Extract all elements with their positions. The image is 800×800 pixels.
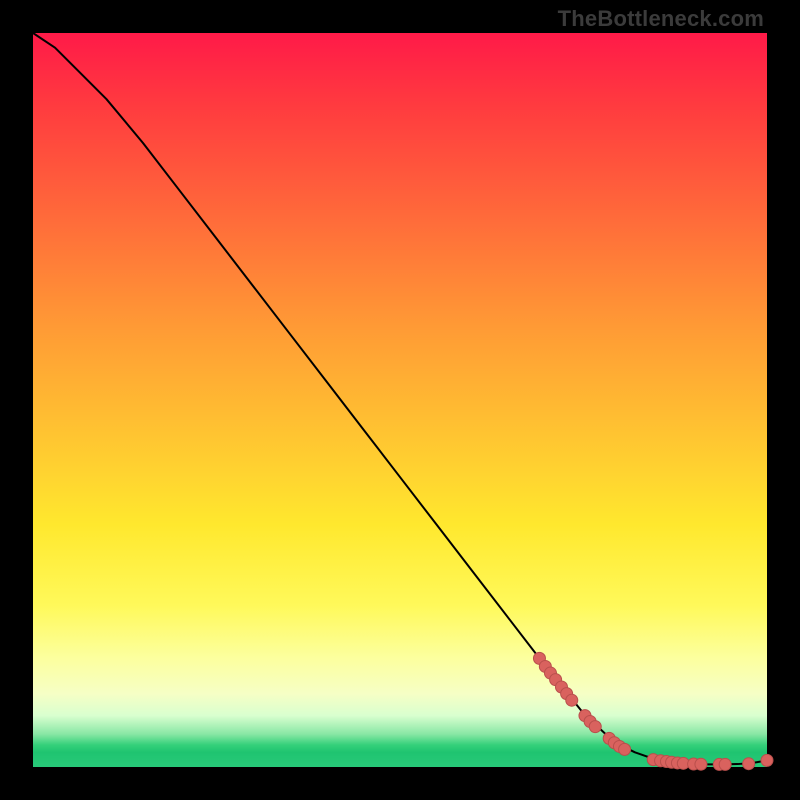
data-marker — [589, 721, 601, 733]
data-marker — [761, 754, 773, 766]
data-marker — [719, 758, 731, 770]
chart-svg — [33, 33, 767, 767]
curve-line — [33, 33, 767, 764]
data-marker — [695, 758, 707, 770]
chart-frame: TheBottleneck.com — [0, 0, 800, 800]
markers-group — [533, 652, 773, 770]
data-marker — [619, 743, 631, 755]
data-marker — [566, 694, 578, 706]
plot-area — [33, 33, 767, 767]
watermark-text: TheBottleneck.com — [558, 6, 764, 32]
data-marker — [743, 758, 755, 770]
